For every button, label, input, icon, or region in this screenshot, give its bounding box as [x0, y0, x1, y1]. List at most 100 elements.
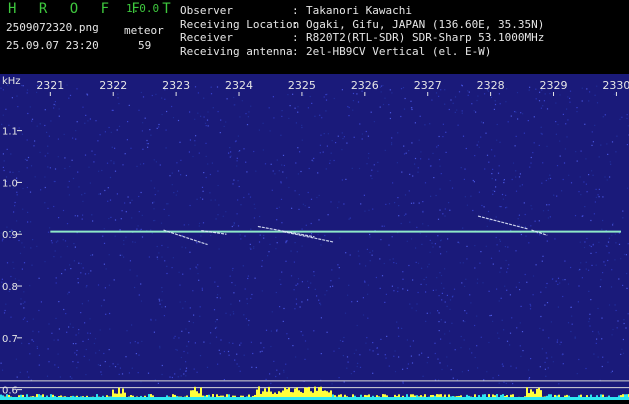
noise-speck: [217, 319, 218, 320]
noise-speck: [73, 343, 74, 344]
noise-speck: [220, 297, 221, 298]
noise-speck: [219, 350, 220, 351]
noise-speck: [151, 180, 152, 181]
noise-speck: [188, 332, 189, 333]
noise-speck: [102, 236, 103, 237]
noise-speck: [589, 325, 590, 326]
noise-speck: [359, 168, 360, 169]
noise-speck: [330, 286, 331, 287]
noise-speck: [499, 206, 500, 207]
noise-speck: [109, 349, 110, 350]
noise-speck: [161, 245, 162, 246]
noise-speck: [35, 176, 36, 177]
noise-speck: [277, 160, 278, 161]
noise-speck: [484, 168, 485, 169]
noise-speck: [298, 173, 299, 174]
noise-speck: [605, 265, 606, 266]
noise-speck: [522, 331, 523, 332]
noise-speck: [100, 329, 101, 330]
noise-speck: [74, 260, 75, 261]
noise-speck: [519, 225, 520, 226]
noise-speck: [3, 153, 4, 154]
noise-speck: [606, 245, 607, 246]
noise-speck: [27, 212, 28, 213]
noise-speck: [392, 286, 393, 287]
noise-speck: [446, 152, 447, 153]
noise-speck: [474, 181, 475, 182]
noise-speck: [21, 343, 22, 344]
noise-speck: [207, 120, 208, 121]
noise-speck: [570, 331, 571, 332]
noise-speck: [547, 108, 548, 109]
noise-speck: [520, 322, 521, 323]
noise-speck: [366, 163, 367, 164]
noise-speck: [287, 377, 288, 378]
noise-speck: [407, 339, 408, 340]
noise-speck: [586, 184, 587, 185]
noise-speck: [373, 350, 374, 351]
noise-speck: [445, 132, 446, 133]
noise-speck: [342, 341, 343, 342]
noise-speck: [402, 382, 403, 383]
noise-speck: [567, 119, 568, 120]
noise-speck: [296, 299, 297, 300]
noise-speck: [461, 282, 462, 283]
noise-speck: [211, 200, 212, 201]
noise-speck: [546, 146, 547, 147]
spectrogram-svg: 2321232223232324232523262327232823292330…: [0, 74, 629, 400]
noise-speck: [329, 163, 330, 164]
noise-speck: [578, 270, 579, 271]
noise-speck: [31, 165, 32, 166]
noise-speck: [451, 369, 452, 370]
noise-speck: [175, 336, 176, 337]
noise-speck: [395, 350, 396, 351]
noise-speck: [601, 338, 602, 339]
noise-speck: [591, 145, 592, 146]
noise-speck: [416, 310, 417, 311]
timestamp: 25.09.07 23:20: [6, 39, 99, 52]
noise-speck: [135, 341, 136, 342]
noise-speck: [67, 223, 68, 224]
noise-speck: [627, 188, 628, 189]
noise-speck: [469, 294, 470, 295]
noise-speck: [213, 107, 214, 108]
noise-speck: [230, 304, 231, 305]
noise-speck: [29, 353, 30, 354]
noise-speck: [410, 346, 411, 347]
noise-speck: [328, 214, 329, 215]
noise-speck: [23, 319, 24, 320]
noise-speck: [48, 348, 49, 349]
noise-speck: [541, 127, 542, 128]
noise-speck: [313, 330, 314, 331]
noise-speck: [385, 358, 386, 359]
noise-speck: [287, 94, 288, 95]
noise-speck: [107, 201, 108, 202]
spectrogram: 2321232223232324232523262327232823292330…: [0, 74, 629, 400]
noise-speck: [393, 356, 394, 357]
noise-speck: [529, 377, 530, 378]
noise-speck: [391, 142, 392, 143]
noise-speck: [39, 355, 40, 356]
noise-speck: [113, 163, 114, 164]
noise-speck: [418, 263, 419, 264]
noise-speck: [557, 124, 558, 125]
noise-speck: [229, 342, 230, 343]
noise-speck: [307, 299, 308, 300]
noise-speck: [501, 298, 502, 299]
noise-speck: [372, 209, 373, 210]
noise-speck: [320, 145, 321, 146]
noise-speck: [16, 220, 17, 221]
noise-speck: [499, 250, 500, 251]
noise-speck: [370, 236, 371, 237]
noise-speck: [509, 344, 510, 345]
noise-speck: [372, 342, 373, 343]
noise-speck: [274, 173, 275, 174]
noise-speck: [397, 132, 398, 133]
noise-speck: [398, 205, 399, 206]
noise-speck: [3, 167, 4, 168]
noise-speck: [311, 103, 312, 104]
noise-speck: [439, 210, 440, 211]
noise-speck: [338, 136, 339, 137]
noise-speck: [379, 258, 380, 259]
noise-speck: [138, 110, 139, 111]
